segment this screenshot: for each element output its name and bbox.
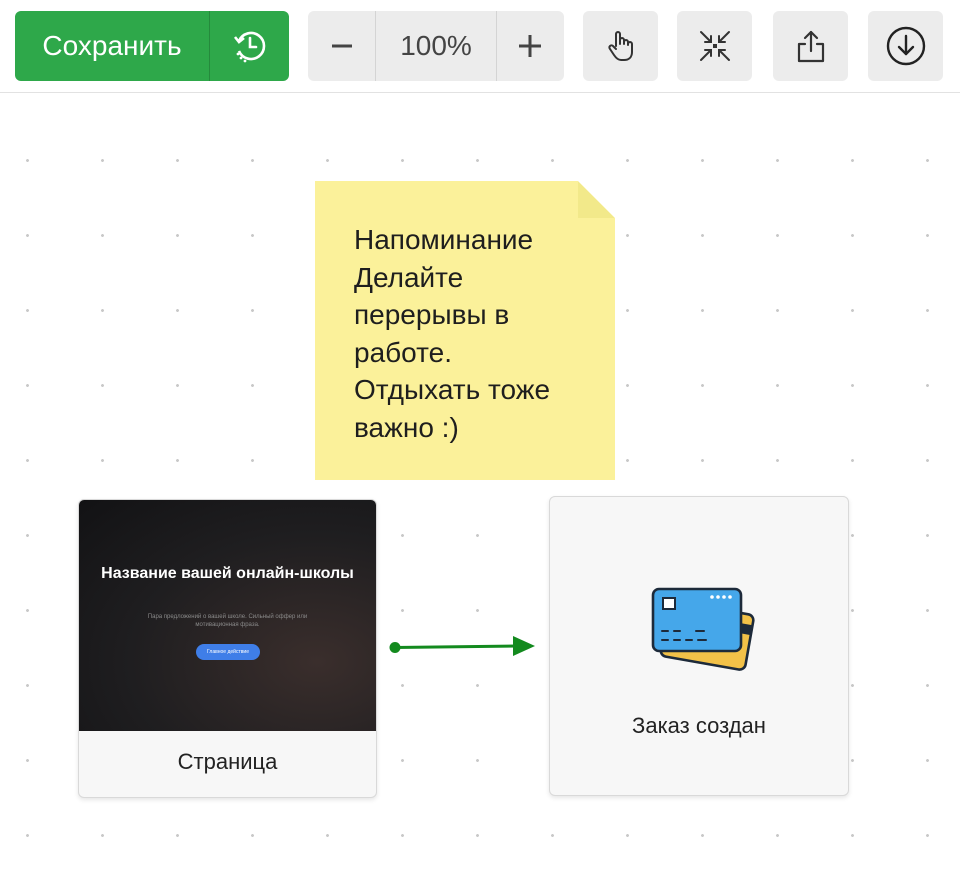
credit-card-icon: [651, 587, 755, 671]
toolbar: Сохранить 100%: [0, 0, 960, 93]
preview-subtitle: Пара предложений о вашей школе. Сильный …: [147, 614, 308, 628]
download-icon: [886, 26, 925, 66]
minus-icon: [331, 44, 352, 48]
preview-title: Название вашей онлайн-школы: [101, 565, 354, 582]
zoom-in-button[interactable]: [497, 11, 564, 81]
order-node-label: Заказ создан: [632, 713, 766, 738]
preview-button: Главное действие: [196, 644, 260, 660]
zoom-level[interactable]: 100%: [375, 11, 497, 81]
page-node[interactable]: Название вашей онлайн-школы Пара предлож…: [78, 499, 377, 798]
page-preview: Название вашей онлайн-школы Пара предлож…: [79, 500, 376, 731]
plus-icon: [519, 35, 542, 57]
connection-arrow[interactable]: [385, 630, 540, 662]
history-button[interactable]: [209, 11, 289, 81]
pan-tool-button[interactable]: [583, 11, 658, 81]
compress-icon: [699, 31, 730, 61]
page-node-label: Страница: [177, 749, 278, 774]
history-icon: [233, 31, 265, 63]
hand-pointer-icon: [607, 31, 633, 61]
zoom-controls: 100%: [308, 11, 564, 81]
fit-screen-button[interactable]: [677, 11, 752, 81]
save-button-group: Сохранить: [15, 11, 289, 81]
sticky-note-fold: [578, 181, 615, 218]
share-icon: [797, 30, 824, 63]
save-button[interactable]: Сохранить: [15, 11, 209, 81]
share-button[interactable]: [773, 11, 848, 81]
sticky-note-text: Напоминание Делайте перерывы в работе. О…: [354, 224, 551, 443]
order-created-node[interactable]: Заказ создан: [549, 496, 849, 796]
zoom-out-button[interactable]: [308, 11, 375, 81]
download-button[interactable]: [868, 11, 943, 81]
